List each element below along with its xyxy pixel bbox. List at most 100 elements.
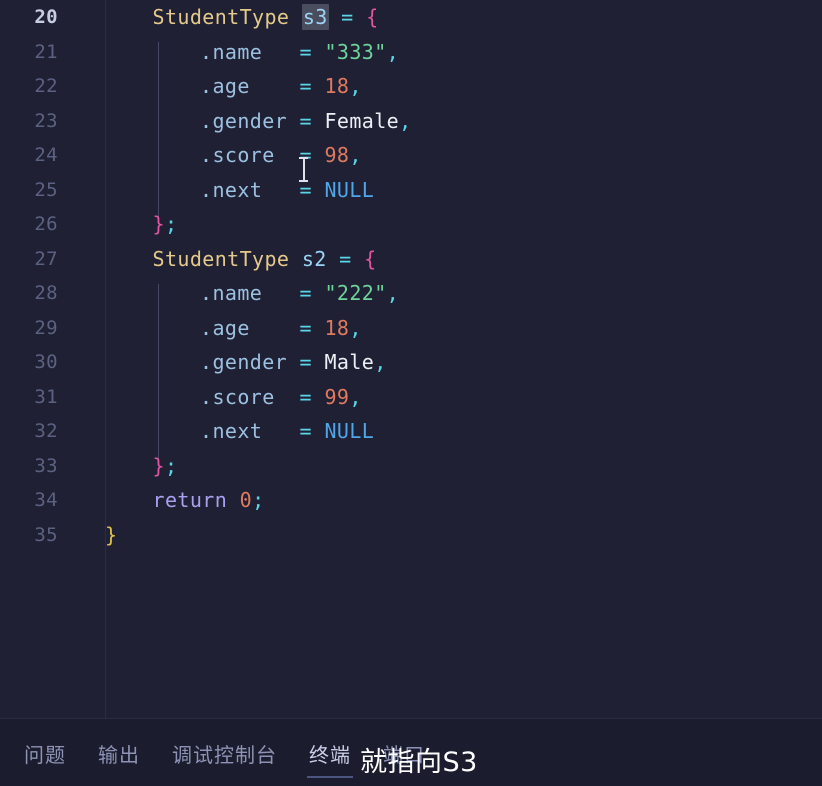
code-editor[interactable]: 20 StudentType s3 = {21 .name = "333", 22 .a… (0, 0, 822, 718)
code-token: Female (324, 108, 400, 133)
code-line[interactable]: 23 .gender = Female, (0, 104, 822, 139)
code-lines-container[interactable]: 20 StudentType s3 = {21 .name = "333", 22 .a… (0, 0, 822, 552)
code-token: .next (200, 419, 263, 444)
code-line[interactable]: 32 .next = NULL (0, 414, 822, 449)
code-token: { (366, 5, 379, 30)
code-line[interactable]: 29 .age = 18, (0, 311, 822, 346)
code-token: .gender (200, 108, 288, 133)
code-line[interactable]: 22 .age = 18, (0, 69, 822, 104)
code-line[interactable]: 26}; (0, 207, 822, 242)
line-number: 29 (34, 316, 58, 339)
code-line-text: .gender = Female, (105, 109, 412, 133)
code-token: , (386, 281, 400, 306)
code-token: .age (200, 315, 250, 340)
code-token: , (349, 384, 362, 409)
code-token: } (152, 453, 165, 478)
code-token: , (349, 143, 362, 168)
code-line-text: .age = 18, (105, 316, 362, 340)
code-line[interactable]: 21 .name = "333", (0, 35, 822, 70)
code-line-text: }; (105, 454, 177, 478)
code-token: , (399, 108, 412, 133)
code-line-text: .name = "222", (105, 281, 399, 305)
code-line[interactable]: 34 return 0; (0, 483, 822, 518)
code-line[interactable]: 20 StudentType s3 = { (0, 0, 822, 35)
panel-tab-label: 问题 (24, 742, 66, 767)
code-token: , (386, 39, 400, 64)
code-line-text: return 0; (105, 488, 265, 512)
code-token: = (339, 246, 352, 271)
code-line-text: StudentType s2 = { (105, 247, 377, 271)
code-token: = (299, 281, 312, 306)
code-line-text: .age = 18, (105, 74, 362, 98)
code-token: 18 (324, 74, 350, 99)
line-number: 25 (34, 178, 58, 201)
line-number: 26 (34, 213, 58, 236)
panel-tab-label: 调试控制台 (172, 742, 277, 767)
line-number: 24 (34, 144, 58, 167)
code-token: = (299, 74, 312, 99)
line-number: 23 (34, 109, 58, 132)
code-token: .age (200, 74, 250, 99)
panel-tab-3[interactable]: 终端 (293, 719, 367, 786)
code-token: .score (200, 143, 275, 168)
code-line-text: .next = NULL (105, 178, 374, 202)
code-line[interactable]: 35} (0, 518, 822, 553)
code-line[interactable]: 24 .score = 98, (0, 138, 822, 173)
code-line[interactable]: 28 .name = "222", (0, 276, 822, 311)
line-number: 27 (34, 247, 58, 270)
code-token: s2 (301, 246, 327, 271)
annotation-overlay-text: 就指向S3 (360, 747, 478, 778)
code-token: , (349, 315, 362, 340)
code-token: ; (164, 453, 178, 478)
code-token: .name (200, 281, 263, 306)
line-number: 30 (34, 351, 58, 374)
code-token: "222" (324, 281, 387, 306)
code-token: , (349, 74, 362, 99)
panel-tab-label: 终端 (309, 742, 351, 767)
code-token: } (105, 522, 118, 547)
code-token: return (152, 488, 228, 513)
panel-tab-1[interactable]: 输出 (82, 719, 156, 786)
code-token: NULL (324, 419, 375, 444)
line-number: 20 (34, 6, 58, 29)
code-line-text: .gender = Male, (105, 350, 387, 374)
code-token: Male (324, 350, 375, 375)
line-number: 35 (34, 523, 58, 546)
code-token: ; (164, 212, 178, 237)
code-token: { (364, 246, 377, 271)
code-token: = (299, 350, 312, 375)
code-line[interactable]: 33}; (0, 449, 822, 484)
line-number: 33 (34, 454, 58, 477)
code-line-text: .score = 98, (105, 143, 362, 167)
line-number: 32 (34, 420, 58, 443)
panel-tab-0[interactable]: 问题 (8, 719, 82, 786)
code-line[interactable]: 27 StudentType s2 = { (0, 242, 822, 277)
code-token: , (374, 350, 387, 375)
code-token: = (299, 419, 312, 444)
code-token: .name (200, 39, 263, 64)
code-token: .next (200, 177, 263, 202)
code-token: NULL (324, 177, 375, 202)
panel-tab-2[interactable]: 调试控制台 (156, 719, 293, 786)
code-token: .score (200, 384, 275, 409)
line-number: 22 (34, 75, 58, 98)
code-line[interactable]: 30 .gender = Male, (0, 345, 822, 380)
code-line[interactable]: 31 .score = 99, (0, 380, 822, 415)
code-token: = (341, 5, 354, 30)
highlighted-symbol: s3 (301, 4, 329, 31)
code-line[interactable]: 25 .next = NULL (0, 173, 822, 208)
code-token: = (299, 384, 312, 409)
